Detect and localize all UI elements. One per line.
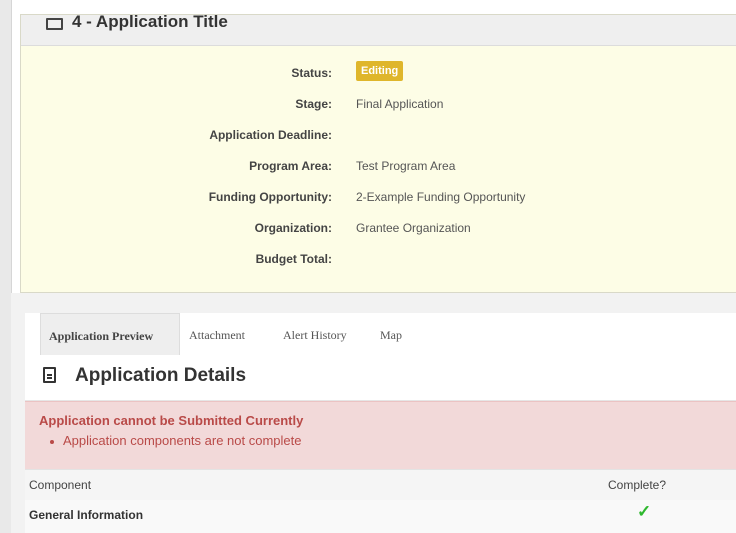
field-label: Funding Opportunity: <box>208 190 332 204</box>
error-alert: Application cannot be Submitted Currentl… <box>25 401 736 470</box>
checkmark-icon: ✓ <box>637 502 652 521</box>
field-value: Final Application <box>356 97 444 111</box>
alert-item: Application components are not complete <box>63 433 302 448</box>
tab-map[interactable]: Map <box>372 313 410 355</box>
application-title: 4 - Application Title <box>72 12 228 31</box>
table-header: Component Complete? <box>25 469 736 501</box>
field-organization: Organization: Grantee Organization <box>21 221 736 241</box>
field-budget-total: Budget Total: <box>21 252 736 272</box>
tab-bar: Application Preview Attachment Alert His… <box>25 313 736 356</box>
alert-title: Application cannot be Submitted Currentl… <box>39 413 304 428</box>
tab-attachment[interactable]: Attachment <box>181 313 253 355</box>
column-header-component: Component <box>29 478 92 492</box>
details-title: Application Details <box>75 365 247 386</box>
field-label: Organization: <box>254 221 332 235</box>
application-panel: 4 - Application Title Status: Editing St… <box>20 12 736 293</box>
field-deadline: Application Deadline: <box>21 128 736 148</box>
document-icon <box>43 367 56 383</box>
bullet-icon <box>50 440 54 444</box>
field-value: 2-Example Funding Opportunity <box>356 190 526 204</box>
details-header: Application Details <box>25 355 736 401</box>
column-header-complete: Complete? <box>608 478 667 492</box>
field-label: Budget Total: <box>255 252 332 266</box>
field-funding-opportunity: Funding Opportunity: 2-Example Funding O… <box>21 190 736 210</box>
table-row[interactable]: General Information ✓ <box>25 500 736 533</box>
field-value: Grantee Organization <box>356 221 471 235</box>
tab-alert-history[interactable]: Alert History <box>275 313 355 355</box>
field-stage: Stage: Final Application <box>21 97 736 117</box>
status-badge: Editing <box>356 61 404 81</box>
field-label: Status: <box>291 66 332 80</box>
field-label: Application Deadline: <box>209 128 332 142</box>
window-icon <box>46 18 63 30</box>
field-label: Stage: <box>295 97 332 111</box>
application-header: 4 - Application Title <box>21 12 736 46</box>
field-label: Program Area: <box>249 159 332 173</box>
field-program-area: Program Area: Test Program Area <box>21 159 736 179</box>
field-status: Status: Editing <box>21 61 736 86</box>
component-name: General Information <box>29 508 144 522</box>
field-value: Test Program Area <box>356 159 456 173</box>
tab-application-preview[interactable]: Application Preview <box>40 313 180 355</box>
